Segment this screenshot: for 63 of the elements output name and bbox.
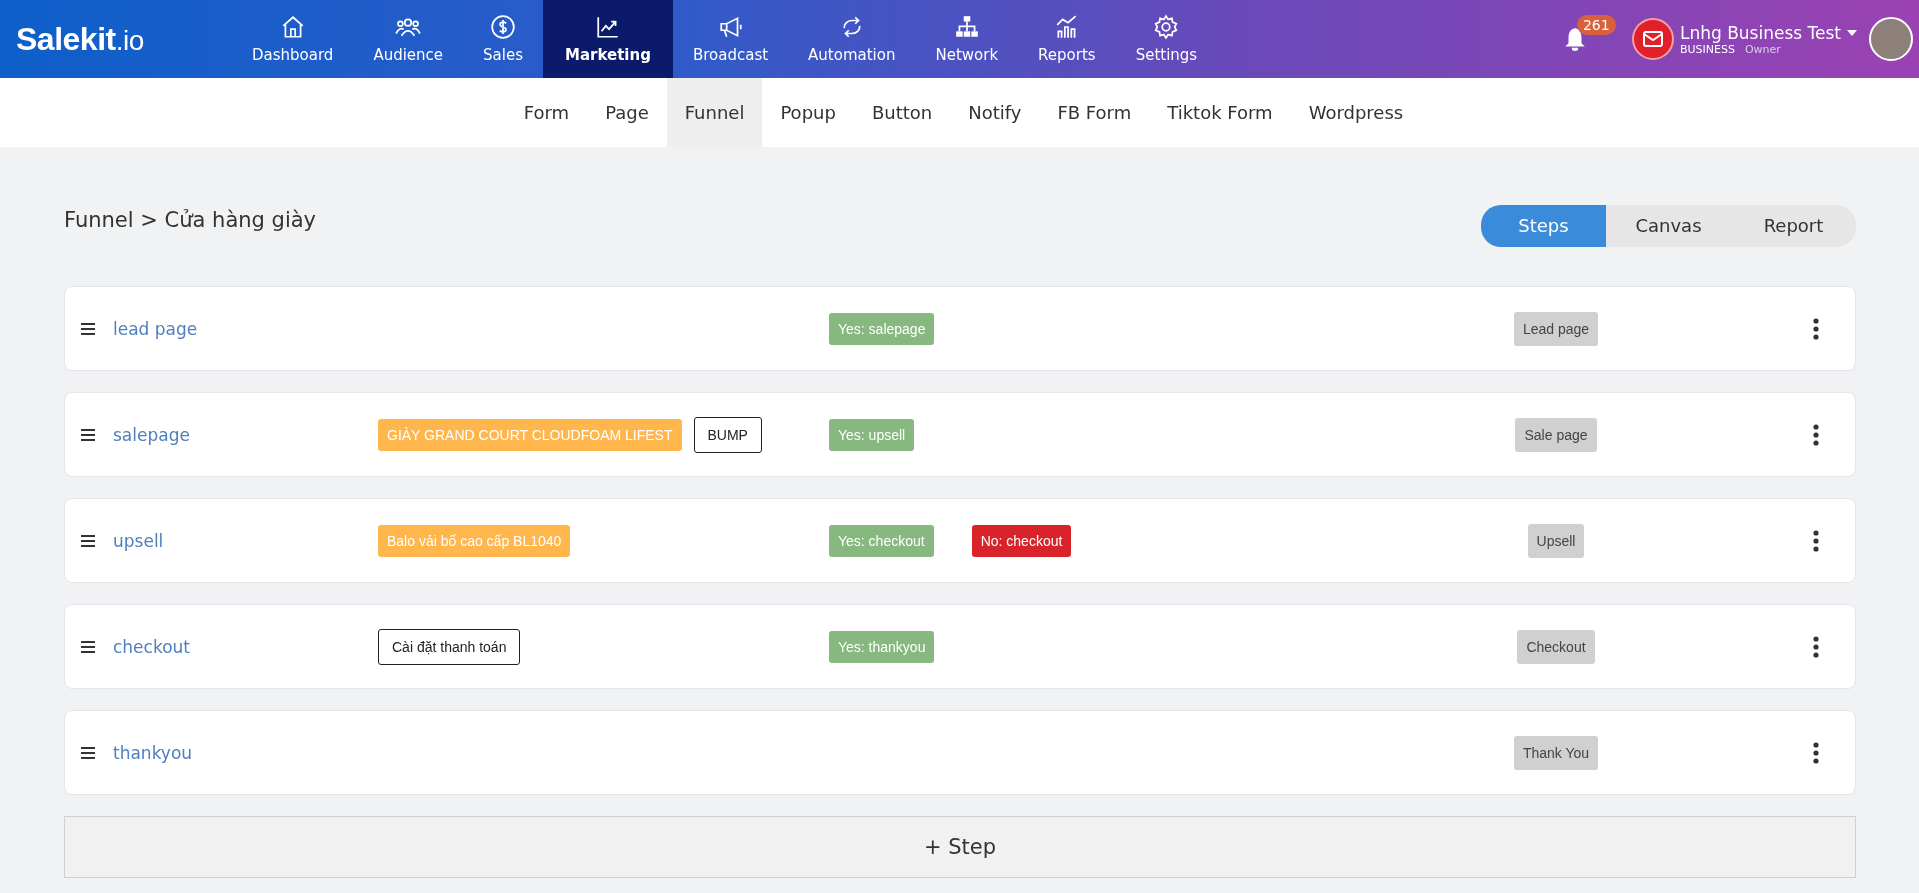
flow-tag: Yes: salepage bbox=[829, 312, 935, 345]
drag-handle-icon[interactable] bbox=[81, 534, 95, 547]
step-tag[interactable]: Cài đặt thanh toán bbox=[378, 628, 521, 665]
flow-tag: Yes: upsell bbox=[829, 418, 915, 451]
notification-count: 261 bbox=[1576, 15, 1616, 35]
more-icon[interactable] bbox=[1813, 635, 1819, 658]
caret-icon[interactable] bbox=[1847, 29, 1857, 36]
subnav-tab[interactable]: Button bbox=[853, 78, 951, 147]
user-name[interactable]: Lnhg Business Test bbox=[1679, 22, 1841, 43]
flow-tag: No: checkout bbox=[971, 524, 1072, 557]
step-type-tag: Thank You bbox=[1513, 735, 1599, 770]
nav-item[interactable]: Network bbox=[915, 0, 1019, 78]
step-type-tag: Sale page bbox=[1515, 417, 1597, 452]
subnav-tab[interactable]: Funnel bbox=[666, 78, 763, 147]
more-icon[interactable] bbox=[1813, 741, 1819, 764]
add-step-button[interactable]: + Step bbox=[64, 816, 1856, 878]
step-type-tag: Lead page bbox=[1513, 311, 1599, 346]
flow-tag: Yes: checkout bbox=[829, 524, 934, 557]
step-name[interactable]: thankyou bbox=[113, 742, 193, 763]
drag-handle-icon[interactable] bbox=[81, 322, 95, 335]
subnav-tab[interactable]: Wordpress bbox=[1290, 78, 1422, 147]
more-icon[interactable] bbox=[1813, 423, 1819, 446]
logo[interactable]: Salekit.io bbox=[0, 20, 232, 58]
dollar-icon bbox=[490, 14, 517, 40]
view-tab[interactable]: Report bbox=[1731, 204, 1856, 247]
subnav-tab[interactable]: Page bbox=[587, 78, 667, 147]
step-type-tag: Checkout bbox=[1517, 629, 1595, 664]
drag-handle-icon[interactable] bbox=[81, 746, 95, 759]
nav-item[interactable]: Automation bbox=[788, 0, 916, 78]
more-icon[interactable] bbox=[1813, 317, 1819, 340]
user-role: Owner bbox=[1744, 42, 1781, 56]
step-name[interactable]: lead page bbox=[113, 318, 198, 339]
subnav-tab[interactable]: Form bbox=[505, 78, 588, 147]
flow-tag: Yes: thankyou bbox=[829, 630, 935, 663]
mail-icon[interactable] bbox=[1631, 18, 1674, 60]
nav-item[interactable]: Marketing bbox=[543, 0, 673, 78]
more-icon[interactable] bbox=[1813, 529, 1819, 552]
nav-item[interactable]: Settings bbox=[1115, 0, 1218, 78]
avatar[interactable] bbox=[1869, 17, 1913, 61]
view-tab[interactable]: Canvas bbox=[1606, 204, 1731, 247]
megaphone-icon bbox=[717, 14, 744, 40]
drag-handle-icon[interactable] bbox=[81, 640, 95, 653]
user-plan: BUSINESS bbox=[1679, 42, 1735, 56]
step-type-tag: Upsell bbox=[1527, 523, 1585, 558]
nav-item[interactable]: Dashboard bbox=[232, 0, 354, 78]
nav-item[interactable]: Sales bbox=[463, 0, 543, 78]
subnav-tab[interactable]: Notify bbox=[950, 78, 1040, 147]
step-name[interactable]: upsell bbox=[113, 530, 164, 551]
nav-item[interactable]: Audience bbox=[353, 0, 464, 78]
gear-icon bbox=[1153, 14, 1180, 40]
breadcrumb: Funnel > Cửa hàng giày bbox=[64, 207, 317, 232]
line-chart-icon bbox=[594, 14, 621, 40]
step-name[interactable]: checkout bbox=[113, 636, 190, 657]
subnav-tab[interactable]: Tiktok Form bbox=[1149, 78, 1291, 147]
hierarchy-icon bbox=[953, 14, 980, 40]
view-tab[interactable]: Steps bbox=[1481, 204, 1606, 247]
nav-item[interactable]: Broadcast bbox=[672, 0, 789, 78]
step-tag[interactable]: BUMP bbox=[693, 416, 762, 453]
subnav-tab[interactable]: FB Form bbox=[1039, 78, 1150, 147]
subnav-tab[interactable]: Popup bbox=[762, 78, 854, 147]
nav-item[interactable]: Reports bbox=[1018, 0, 1116, 78]
drag-handle-icon[interactable] bbox=[81, 428, 95, 441]
step-name[interactable]: salepage bbox=[113, 424, 190, 445]
